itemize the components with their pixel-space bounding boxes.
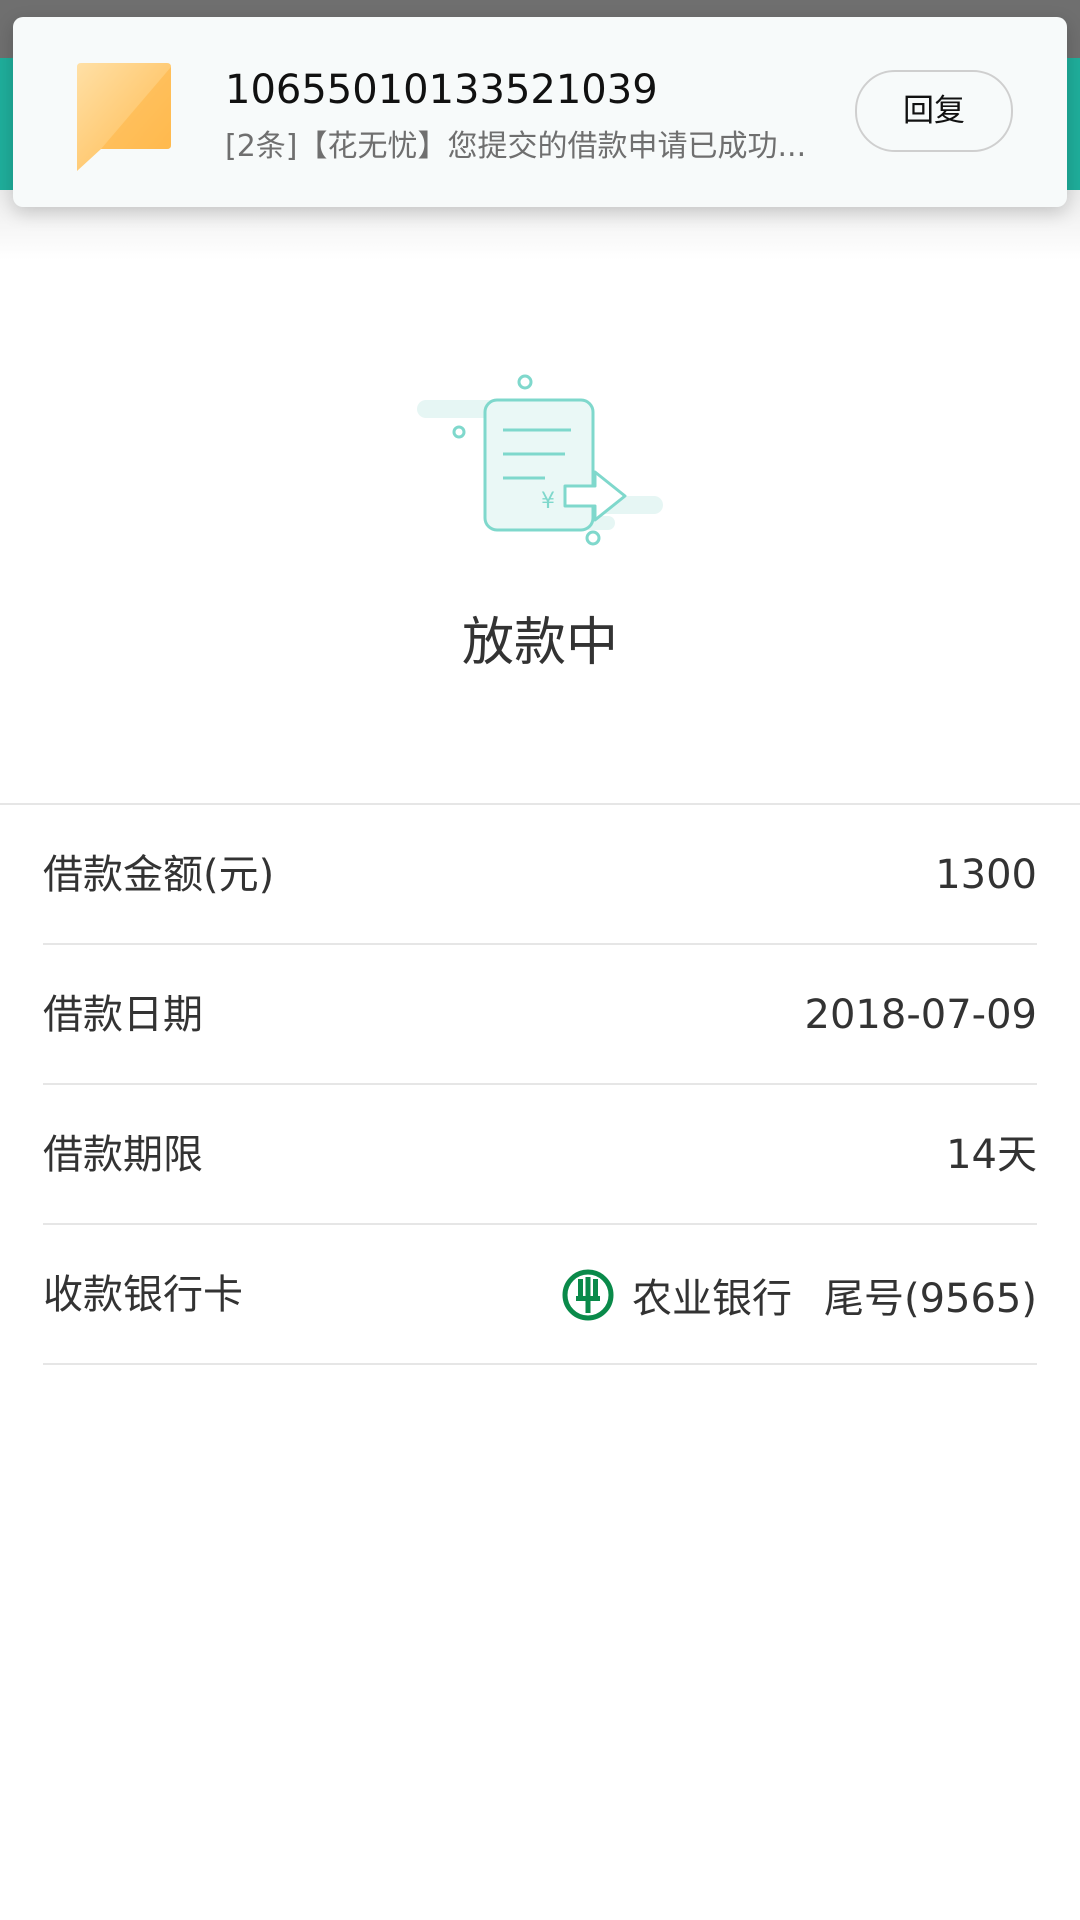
loan-amount-row: 借款金额(元) 1300 <box>43 805 1037 945</box>
abc-bank-logo-icon <box>562 1269 614 1321</box>
svg-text:¥: ¥ <box>541 489 555 514</box>
sms-notification[interactable]: 10655010133521039 [2条]【花无忧】您提交的借款申请已成功..… <box>13 17 1067 207</box>
bank-card-info: 农业银行 尾号(9565) <box>562 1225 1037 1365</box>
loan-term-label: 借款期限 <box>43 1132 203 1178</box>
notification-preview: [2条]【花无忧】您提交的借款申请已成功... <box>225 129 807 164</box>
loan-term-value: 14天 <box>946 1132 1037 1178</box>
loan-disbursing-icon: ¥ <box>417 374 663 546</box>
loan-term-row: 借款期限 14天 <box>43 1085 1037 1225</box>
notification-sender: 10655010133521039 <box>225 67 658 113</box>
loan-date-value: 2018-07-09 <box>804 992 1037 1038</box>
reply-button[interactable]: 回复 <box>855 70 1013 152</box>
bank-card-label: 收款银行卡 <box>43 1272 243 1318</box>
screen: 10655010133521039 [2条]【花无忧】您提交的借款申请已成功..… <box>0 0 1080 1920</box>
loan-amount-label: 借款金额(元) <box>43 852 275 898</box>
bank-name: 农业银行 <box>631 1276 792 1322</box>
loan-date-row: 借款日期 2018-07-09 <box>43 945 1037 1085</box>
bank-card-row: 收款银行卡 农业银行 尾号(9565) <box>43 1225 1037 1365</box>
loan-date-label: 借款日期 <box>43 992 203 1038</box>
status-title: 放款中 <box>461 613 618 673</box>
loan-amount-value: 1300 <box>935 852 1037 898</box>
message-icon <box>77 63 171 171</box>
bank-card-tail: 尾号(9565) <box>823 1276 1037 1322</box>
